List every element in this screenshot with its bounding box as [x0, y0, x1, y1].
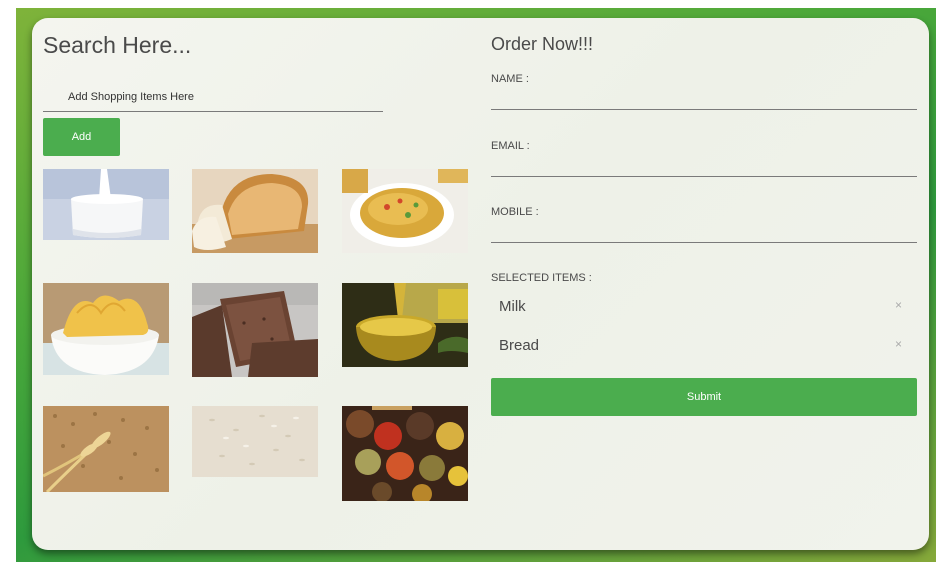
name-field[interactable]: [491, 88, 917, 110]
product-bread-image[interactable]: [192, 169, 318, 253]
product-wheat-image[interactable]: [43, 406, 169, 492]
email-label: EMAIL :: [491, 140, 530, 152]
product-milk-image[interactable]: [43, 169, 169, 240]
selected-item-label: Bread: [499, 337, 540, 354]
product-oil-image[interactable]: [342, 283, 468, 367]
product-spices-image[interactable]: [342, 406, 468, 501]
page: Search Here... Add Shopping Items Here A…: [0, 0, 938, 562]
mobile-label: MOBILE :: [491, 206, 539, 218]
order-title: Order Now!!!: [491, 34, 594, 54]
search-title: Search Here...: [43, 32, 192, 58]
remove-item-icon[interactable]: ×: [895, 298, 902, 312]
product-biscuits-image[interactable]: [192, 283, 318, 377]
add-button[interactable]: Add: [43, 118, 120, 156]
product-chips-image[interactable]: [43, 283, 169, 375]
product-rice-image[interactable]: [192, 406, 318, 477]
submit-button[interactable]: Submit: [491, 378, 917, 416]
email-field[interactable]: [491, 155, 917, 177]
name-label: NAME :: [491, 73, 529, 85]
product-noodles-image[interactable]: [342, 169, 468, 253]
selected-item-label: Milk: [499, 298, 526, 315]
selected-item: Milk ×: [491, 288, 917, 324]
selected-item: Bread ×: [491, 327, 917, 363]
remove-item-icon[interactable]: ×: [895, 337, 902, 351]
mobile-field[interactable]: [491, 221, 917, 243]
selected-items-label: SELECTED ITEMS :: [491, 272, 592, 284]
shopping-item-input[interactable]: [43, 82, 383, 112]
